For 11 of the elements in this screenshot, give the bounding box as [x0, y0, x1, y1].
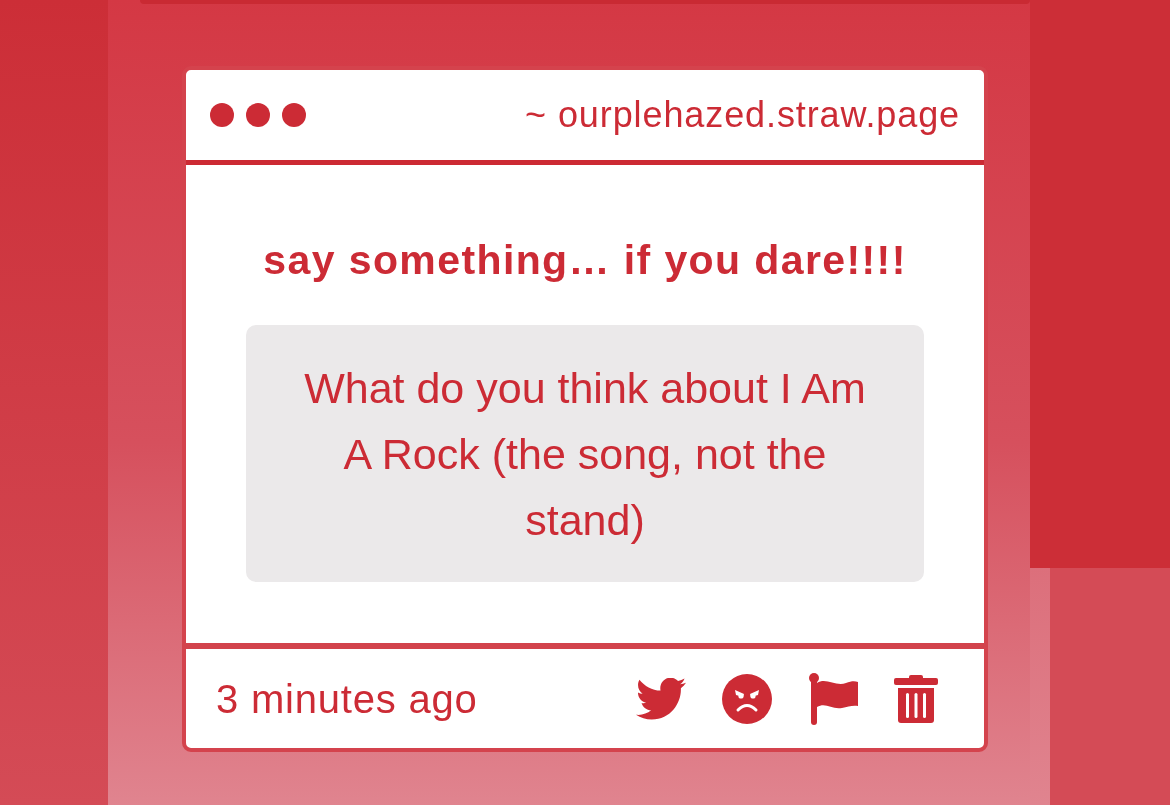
- trash-icon[interactable]: [894, 674, 938, 723]
- bird-icon[interactable]: [636, 677, 686, 720]
- angry-face-icon[interactable]: [722, 673, 772, 724]
- dot-icon: [246, 103, 270, 127]
- post-time: 3 minutes ago: [216, 675, 478, 723]
- post-heading: say something… if you dare!!!!: [262, 237, 908, 283]
- dot-icon: [210, 103, 234, 127]
- question-text: What do you think about I Am A Rock (the song, not the stand): [303, 363, 867, 546]
- dot-icon: [282, 103, 306, 127]
- site-url: ~ ourplehazed.straw.page: [525, 93, 960, 137]
- flag-icon[interactable]: [808, 672, 858, 725]
